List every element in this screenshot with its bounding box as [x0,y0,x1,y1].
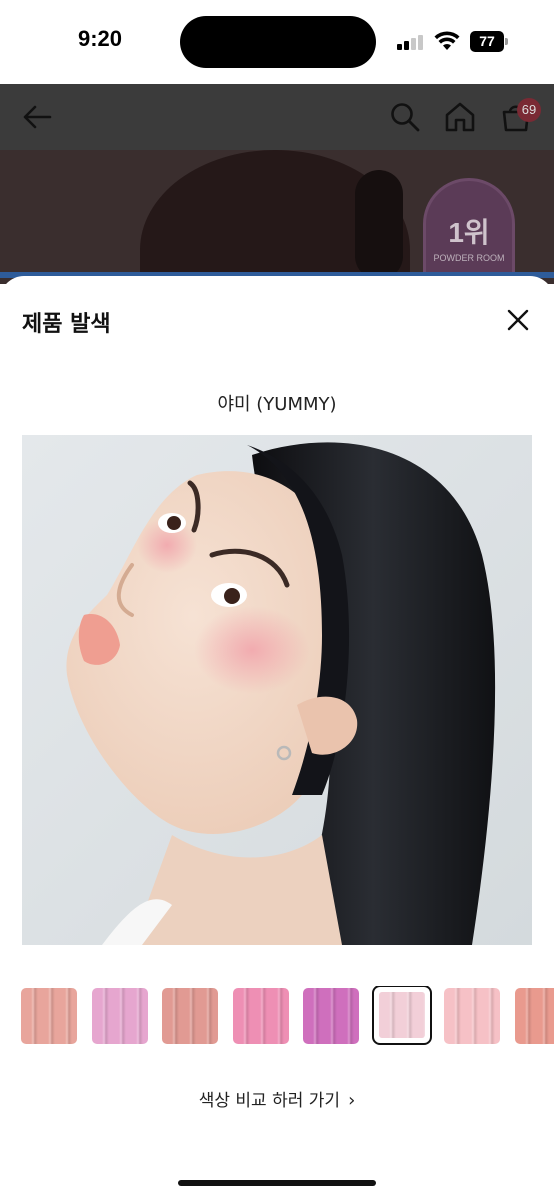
background-app: 1위 POWDER ROOM [0,84,554,284]
back-arrow-icon[interactable] [20,100,54,134]
app-header [0,84,554,150]
dynamic-island [180,16,376,68]
close-icon[interactable] [500,302,536,338]
color-swatch[interactable] [162,988,218,1044]
compare-colors-link[interactable]: 색상 비교 하러 가기 › [0,1086,554,1111]
cart-count-badge: 69 [517,98,541,122]
color-swatch[interactable] [21,988,77,1044]
shade-name: 야미 (YUMMY) [217,394,337,415]
wifi-icon [434,31,460,50]
color-swatch[interactable] [515,988,554,1044]
model-photo [22,435,532,945]
status-time: 9:20 [77,26,123,51]
color-swatch[interactable] [303,988,359,1044]
badge-subtitle: POWDER ROOM [433,253,505,263]
signal-icon [397,34,427,50]
sheet-title: 제품 발색 [22,312,111,337]
color-swatch[interactable] [444,988,500,1044]
color-swatch[interactable] [372,986,432,1045]
compare-colors-label: 색상 비교 하러 가기 [198,1091,341,1111]
color-swatch[interactable] [233,988,289,1044]
home-icon[interactable] [443,100,477,134]
hero-banner: 1위 POWDER ROOM [0,150,554,284]
swatch-row [0,986,554,1046]
battery-icon: 77 [470,31,508,52]
battery-level: 77 [470,31,504,52]
search-icon[interactable] [388,100,422,134]
chevron-right-icon: › [348,1090,356,1111]
color-swatch[interactable] [92,988,148,1044]
badge-rank: 1위 [448,217,490,248]
status-bar: 9:20 77 [0,0,554,84]
color-sheet: 제품 발색 야미 (YUMMY) 색상 비교 하러 가기 › [0,276,554,1200]
ranking-badge: 1위 POWDER ROOM [423,178,515,284]
home-indicator [178,1180,376,1186]
